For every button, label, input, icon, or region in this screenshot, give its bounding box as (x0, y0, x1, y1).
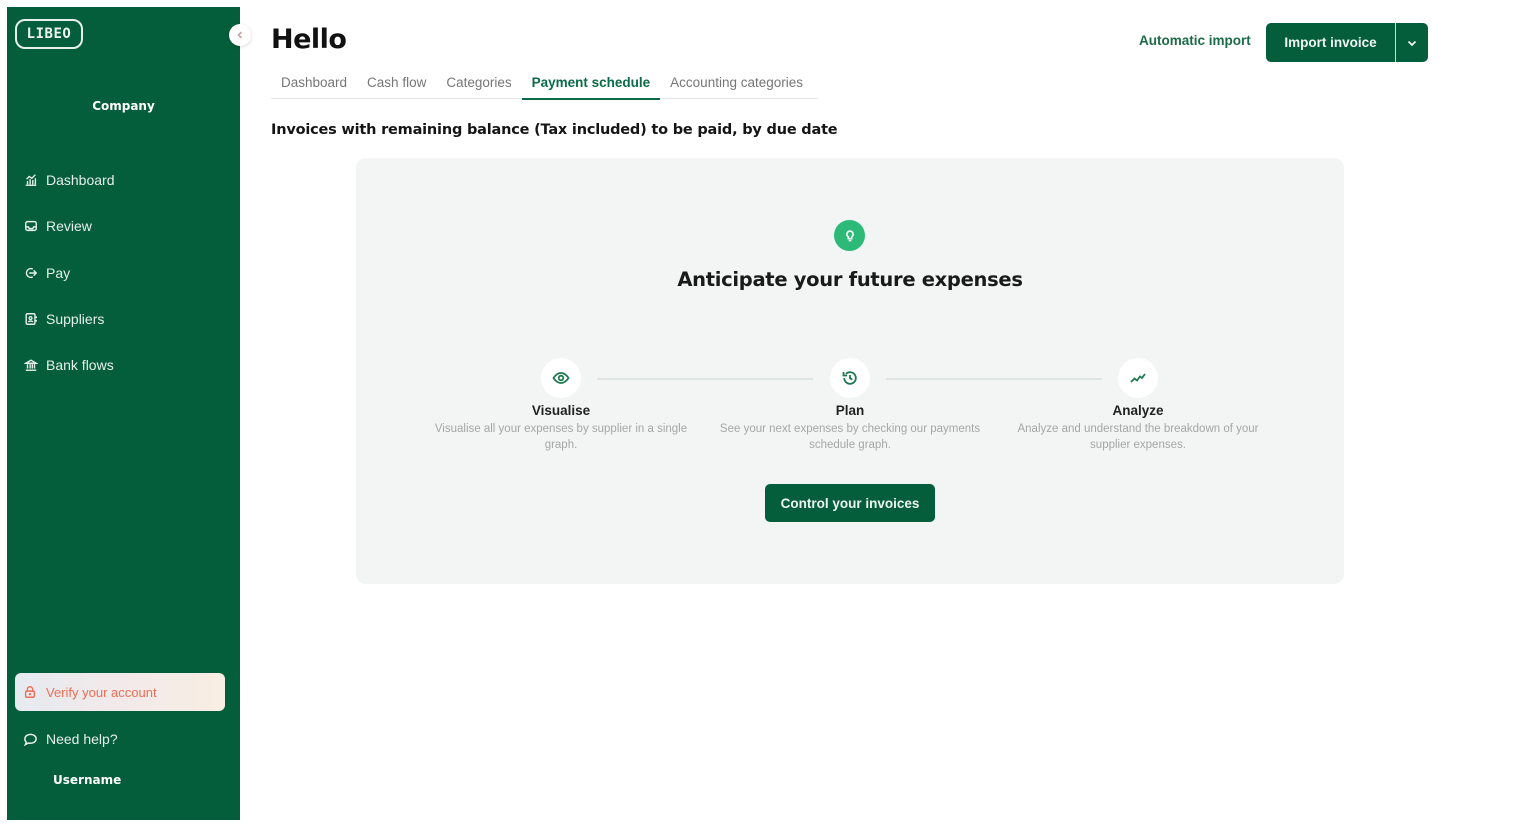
step-icon-circle (1118, 358, 1158, 398)
sidebar-item-bank-flows[interactable]: Bank flows (7, 342, 240, 388)
control-invoices-button[interactable]: Control your invoices (765, 484, 935, 522)
lock-icon (24, 686, 36, 698)
tab-categories[interactable]: Categories (436, 66, 521, 99)
automatic-import-button[interactable]: Automatic import (1139, 33, 1251, 48)
sidebar-item-review[interactable]: Review (7, 203, 240, 249)
step-visualise: Visualise Visualise all your expenses by… (416, 358, 706, 453)
chart-bars-icon (23, 172, 39, 188)
chevron-down-icon (1407, 40, 1417, 46)
arrow-exit-icon (23, 265, 39, 281)
step-title: Analyze (1112, 403, 1164, 418)
tab-dashboard[interactable]: Dashboard (271, 66, 357, 99)
sidebar-item-pay[interactable]: Pay (7, 250, 240, 296)
page-title: Hello (271, 24, 347, 55)
bank-icon (23, 357, 39, 373)
sidebar-item-label: Bank flows (46, 357, 114, 374)
step-icon-circle (541, 358, 581, 398)
need-help-link[interactable]: Need help? (23, 727, 118, 751)
step-title: Plan (835, 403, 865, 418)
sidebar-item-label: Suppliers (46, 311, 105, 328)
import-invoice-split-button: Import invoice (1266, 23, 1428, 62)
step-icon-circle (830, 358, 870, 398)
step-title: Visualise (531, 403, 591, 418)
empty-state-card: Anticipate your future expenses Visualis… (356, 158, 1344, 584)
sidebar-item-label: Dashboard (46, 172, 115, 189)
chevron-left-icon (237, 31, 243, 39)
contact-book-icon (23, 311, 39, 327)
company-name[interactable]: Company (7, 99, 240, 113)
step-description: Analyze and understand the breakdown of … (1017, 423, 1259, 451)
import-invoice-button[interactable]: Import invoice (1266, 23, 1396, 62)
sidebar-item-label: Review (46, 218, 92, 235)
sidebar-item-suppliers[interactable]: Suppliers (7, 296, 240, 342)
verify-account-label: Verify your account (46, 684, 157, 700)
tab-bar: Dashboard Cash flow Categories Payment s… (271, 66, 818, 100)
eye-icon (552, 372, 570, 384)
sidebar-nav: Dashboard Review Pay Suppliers Bank flow… (7, 157, 240, 388)
history-icon (842, 371, 857, 385)
libeo-logo[interactable]: LIBEO (15, 19, 83, 49)
tab-cash-flow[interactable]: Cash flow (357, 66, 436, 99)
tab-payment-schedule[interactable]: Payment schedule (521, 66, 661, 100)
need-help-label: Need help? (46, 731, 118, 747)
step-description: See your next expenses by checking our p… (719, 423, 981, 451)
step-plan: Plan See your next expenses by checking … (705, 358, 995, 453)
username[interactable]: Username (53, 773, 121, 787)
collapse-sidebar-button[interactable] (229, 24, 251, 46)
chat-bubble-icon (23, 733, 37, 746)
empty-state-title: Anticipate your future expenses (677, 268, 1023, 291)
sidebar-item-label: Pay (46, 264, 71, 281)
lightbulb-icon (834, 220, 865, 251)
sidebar: LIBEO Company Dashboard Review Pay Suppl… (7, 7, 240, 820)
sidebar-item-dashboard[interactable]: Dashboard (7, 157, 240, 203)
import-options-dropdown[interactable] (1396, 23, 1428, 62)
step-description: Visualise all your expenses by supplier … (434, 423, 688, 451)
tab-accounting-categories[interactable]: Accounting categories (660, 66, 813, 99)
trend-icon (1130, 373, 1146, 383)
section-subtitle: Invoices with remaining balance (Tax inc… (271, 122, 838, 138)
step-analyze: Analyze Analyze and understand the break… (993, 358, 1283, 453)
verify-account-button[interactable]: Verify your account (15, 673, 225, 711)
inbox-icon (23, 218, 39, 234)
